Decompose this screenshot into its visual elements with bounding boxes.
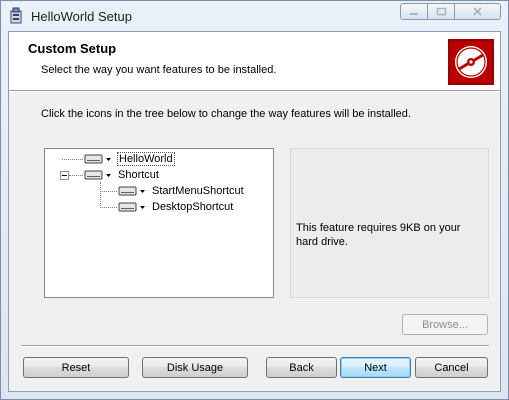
back-button[interactable]: Back <box>266 357 337 378</box>
tree-item-label: DesktopShortcut <box>152 201 234 213</box>
page-subtitle: Select the way you want features to be i… <box>41 64 277 76</box>
instruction-text: Click the icons in the tree below to cha… <box>41 108 411 120</box>
disc-icon <box>448 39 494 85</box>
browse-button[interactable]: Browse... <box>402 314 488 335</box>
collapse-toggle[interactable] <box>60 171 69 180</box>
close-icon <box>472 5 483 19</box>
disk-usage-button[interactable]: Disk Usage <box>142 357 248 378</box>
tree-item-label: HelloWorld <box>117 152 175 166</box>
tree-connector <box>100 207 117 208</box>
feature-tree[interactable]: HelloWorld Shortcut StartMenuShortcut De… <box>44 148 274 298</box>
caption-buttons <box>400 3 501 22</box>
cancel-button[interactable]: Cancel <box>415 357 488 378</box>
drive-icon[interactable] <box>83 152 113 166</box>
tree-connector <box>100 191 117 192</box>
page-title: Custom Setup <box>28 41 117 56</box>
drive-icon[interactable] <box>83 168 113 182</box>
maximize-button[interactable] <box>428 3 455 20</box>
feature-info-panel: This feature requires 9KB on your hard d… <box>290 148 489 298</box>
tree-connector <box>69 175 83 176</box>
tree-connector <box>62 159 83 160</box>
reset-button[interactable]: Reset <box>23 357 129 378</box>
tree-item-label: Shortcut <box>118 169 159 181</box>
minimize-icon <box>409 5 419 19</box>
installer-icon <box>8 7 24 25</box>
header-banner: Custom Setup Select the way you want fea… <box>9 32 500 91</box>
dialog-client-area: Custom Setup Select the way you want fea… <box>8 31 501 392</box>
tree-connector <box>100 182 101 208</box>
tree-item-label: StartMenuShortcut <box>152 185 244 197</box>
window-title: HelloWorld Setup <box>31 9 132 24</box>
maximize-icon <box>436 5 447 19</box>
feature-requirement-text: This feature requires 9KB on your hard d… <box>296 222 461 248</box>
tree-item[interactable]: StartMenuShortcut <box>117 183 245 199</box>
tree-item[interactable]: Shortcut <box>83 167 160 183</box>
title-bar[interactable]: HelloWorld Setup <box>1 1 508 31</box>
tree-item[interactable]: HelloWorld <box>83 151 175 167</box>
setup-window: HelloWorld Setup Custom Setup Select the… <box>0 0 509 400</box>
tree-item[interactable]: DesktopShortcut <box>117 199 234 215</box>
footer-divider-highlight <box>21 346 489 347</box>
drive-icon[interactable] <box>117 200 147 214</box>
close-button[interactable] <box>455 3 501 20</box>
minimize-button[interactable] <box>400 3 428 20</box>
drive-icon[interactable] <box>117 184 147 198</box>
next-button[interactable]: Next <box>340 357 411 378</box>
banner-divider <box>9 91 500 92</box>
